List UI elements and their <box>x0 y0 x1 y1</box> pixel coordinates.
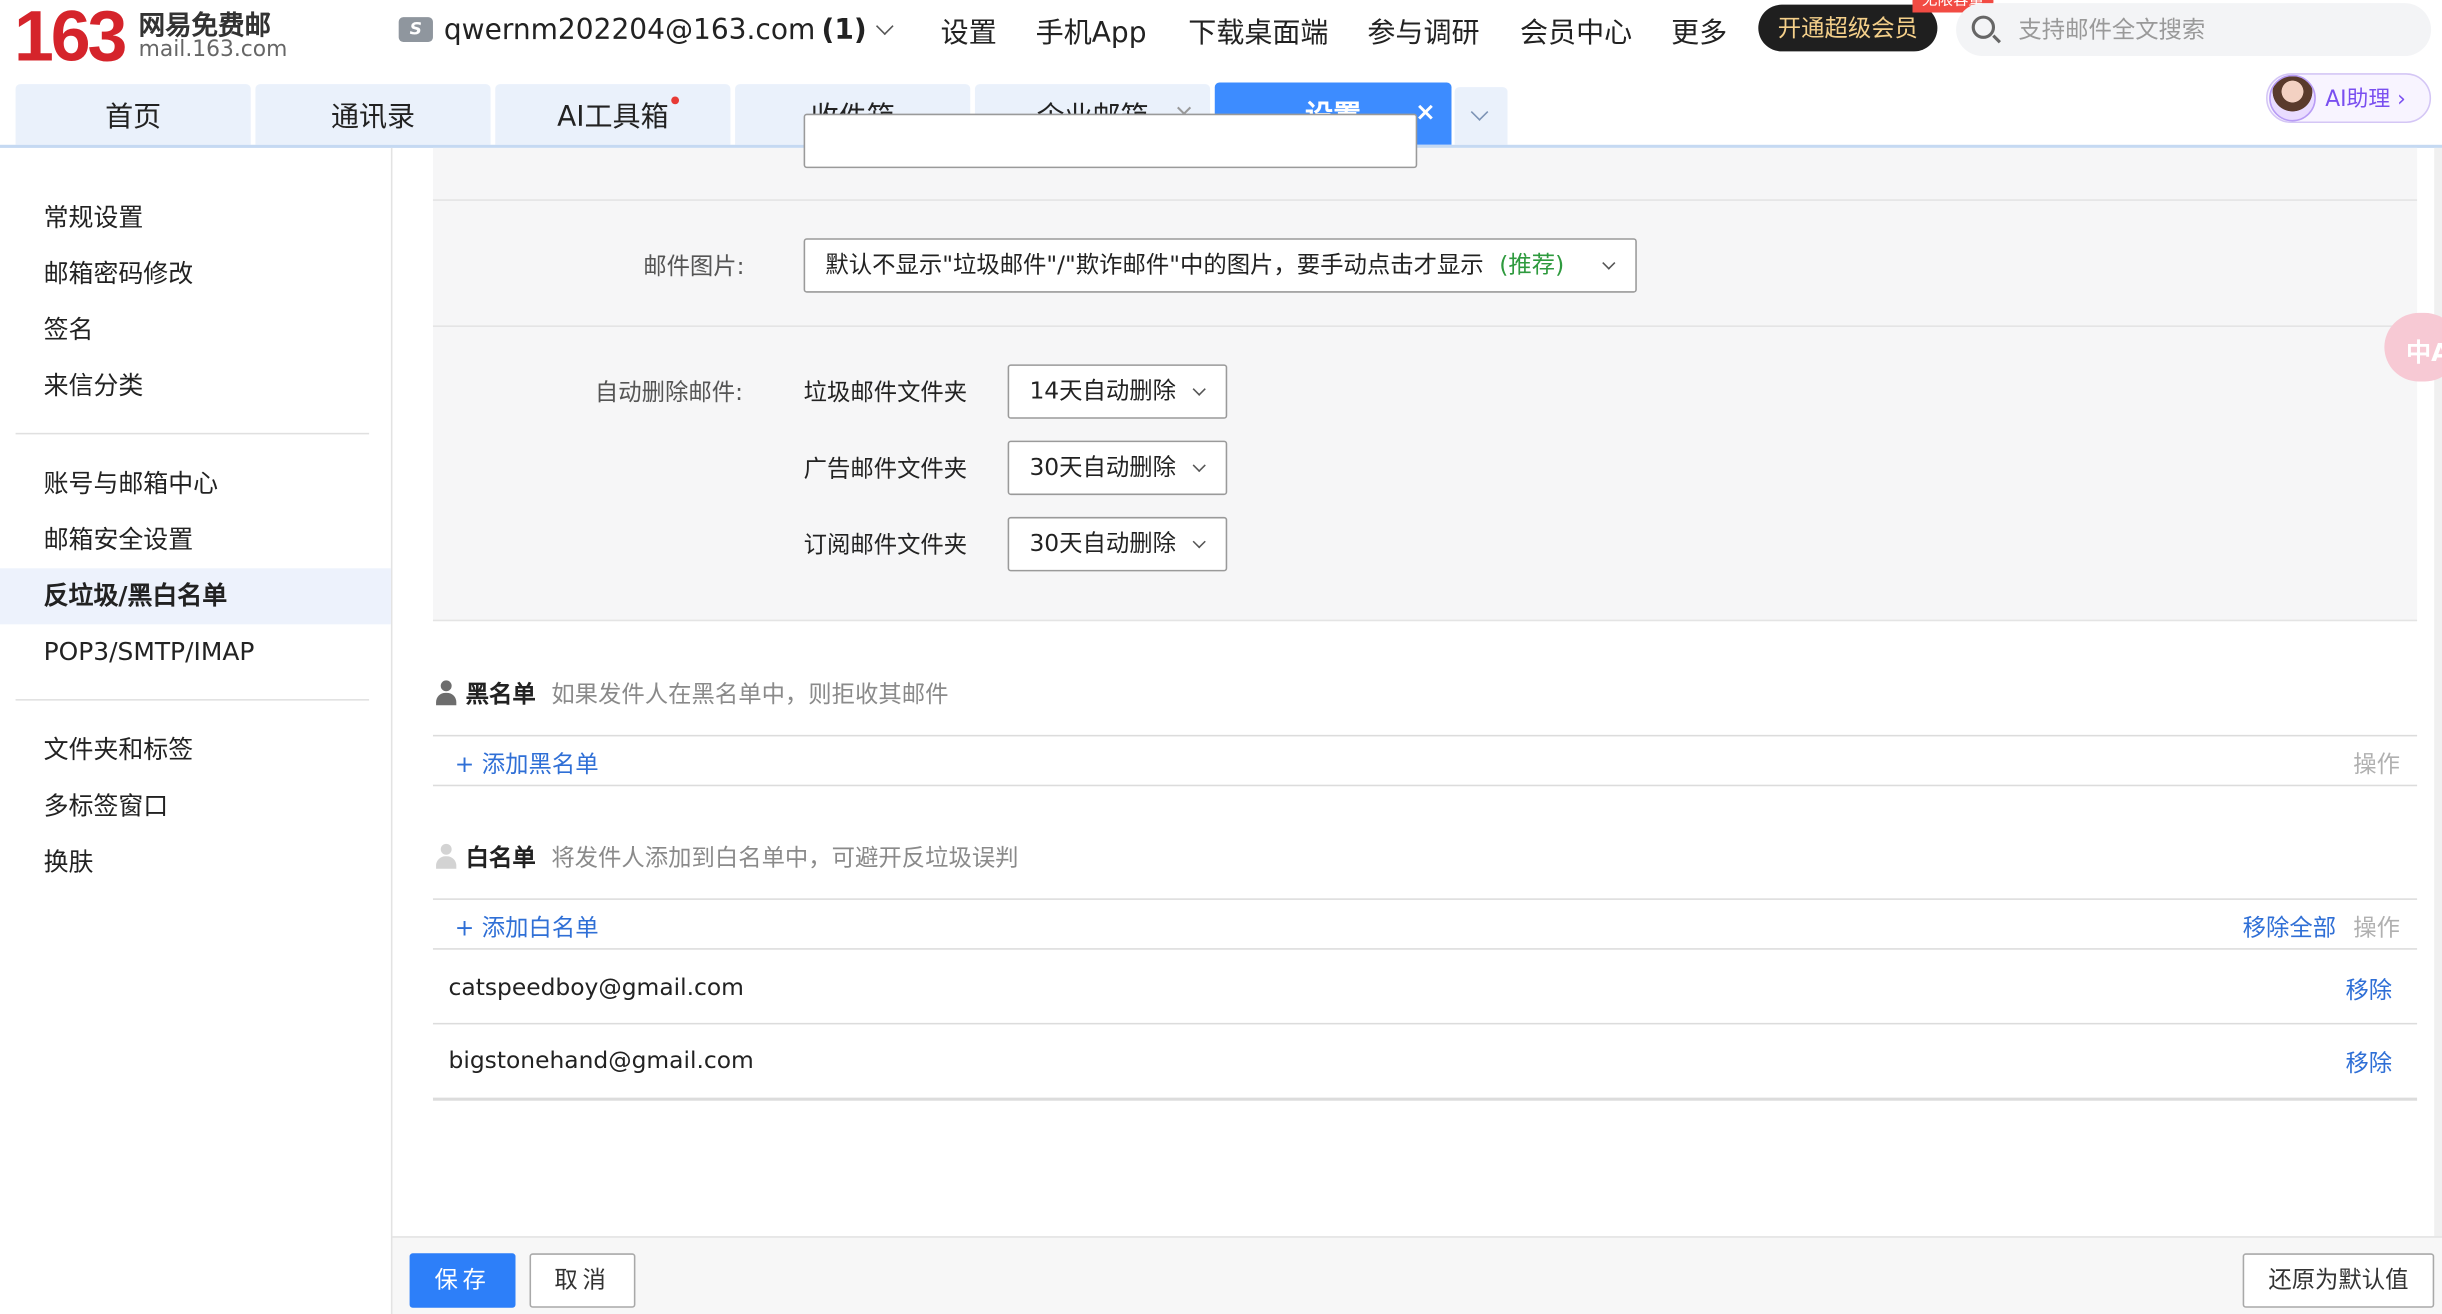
select-value: 30天自动删除 <box>1029 529 1176 558</box>
chevron-down-icon <box>876 17 895 36</box>
search-icon[interactable] <box>1971 15 1996 39</box>
sidebar-divider <box>15 699 370 701</box>
chevron-down-icon <box>1192 382 1206 396</box>
tab-label: 通讯录 <box>330 100 416 134</box>
remove-button[interactable]: 移除 <box>2345 1046 2392 1079</box>
tab-contacts[interactable]: 通讯录 <box>255 84 491 145</box>
sidebar-item-general[interactable]: 常规设置 <box>0 190 391 246</box>
list-divider <box>432 1022 2418 1025</box>
ad-folder-delete-select[interactable]: 30天自动删除 <box>1007 440 1228 496</box>
sidebar-item-security[interactable]: 邮箱安全设置 <box>0 512 391 568</box>
account-badge-icon: S <box>398 17 433 43</box>
ai-assistant-label: AI助理 › <box>2325 87 2406 113</box>
blacklist-description: 如果发件人在黑名单中，则拒收其邮件 <box>551 680 949 709</box>
close-icon[interactable]: × <box>1415 99 1436 125</box>
ai-avatar-icon <box>2269 74 2316 122</box>
tab-overflow-button[interactable] <box>1454 87 1508 145</box>
sidebar-item-folders-labels[interactable]: 文件夹和标签 <box>0 722 391 778</box>
select-value: 30天自动删除 <box>1029 453 1176 482</box>
sidebar-item-skin[interactable]: 换肤 <box>0 834 391 890</box>
topnav-survey[interactable]: 参与调研 <box>1367 11 1479 50</box>
whitelist-operation-header: 操作 <box>2353 913 2400 942</box>
save-button[interactable]: 保存 <box>409 1253 516 1308</box>
vip-upgrade-button[interactable]: 开通超级会员 <box>1758 4 1938 52</box>
logo-domain: mail.163.com <box>138 37 288 63</box>
tab-label: 首页 <box>105 100 162 134</box>
list-divider <box>432 948 2418 950</box>
chevron-down-icon <box>1192 458 1206 473</box>
bottom-action-bar: 保存 取消 还原为默认值 <box>392 1236 2442 1314</box>
mail-image-select[interactable]: 默认不显示"垃圾邮件"/"欺诈邮件"中的图片，要手动点击才显示 (推荐) <box>803 238 1637 293</box>
vertical-scrollbar[interactable] <box>2434 147 2442 1238</box>
topnav-more[interactable]: 更多 <box>1671 11 1727 50</box>
whitelist-description: 将发件人添加到白名单中，可避开反垃圾误判 <box>551 843 1019 872</box>
chevron-down-icon <box>1470 103 1489 121</box>
subscription-folder-delete-select[interactable]: 30天自动删除 <box>1007 516 1228 572</box>
remove-all-button[interactable]: 移除全部 <box>2243 911 2336 944</box>
ad-folder-label: 广告邮件文件夹 <box>803 454 968 483</box>
sidebar-item-account-center[interactable]: 账号与邮箱中心 <box>0 456 391 512</box>
sidebar-item-signature[interactable]: 签名 <box>0 302 391 358</box>
add-whitelist-button[interactable]: + 添加白名单 <box>455 911 599 944</box>
cancel-button[interactable]: 取消 <box>529 1253 636 1308</box>
add-blacklist-button[interactable]: + 添加黑名单 <box>455 747 599 780</box>
user-icon <box>436 843 457 869</box>
settings-sidebar: 常规设置 邮箱密码修改 签名 来信分类 账号与邮箱中心 邮箱安全设置 反垃圾/黑… <box>0 147 393 1314</box>
topnav-mobile-app[interactable]: 手机App <box>1036 11 1147 50</box>
notification-dot-icon <box>671 96 680 105</box>
sidebar-item-pop3-smtp-imap[interactable]: POP3/SMTP/IMAP <box>0 624 391 680</box>
select-value: 14天自动删除 <box>1029 376 1176 405</box>
logo-name: 网易免费邮 <box>138 10 271 43</box>
tab-ai-toolbox[interactable]: AI工具箱 <box>495 84 731 145</box>
spam-folder-delete-select[interactable]: 14天自动删除 <box>1007 364 1228 419</box>
topnav-member-center[interactable]: 会员中心 <box>1520 11 1632 50</box>
search-box[interactable] <box>1956 3 2432 57</box>
list-divider <box>432 734 2418 737</box>
remove-button[interactable]: 移除 <box>2345 973 2392 1006</box>
account-selector[interactable]: S qwernm202204@163.com (1) <box>398 12 895 46</box>
list-divider <box>432 784 2418 787</box>
whitelist-title: 白名单 <box>465 843 536 872</box>
sidebar-item-mail-classify[interactable]: 来信分类 <box>0 358 391 414</box>
spam-folder-label: 垃圾邮件文件夹 <box>803 378 968 407</box>
sidebar-item-antispam[interactable]: 反垃圾/黑白名单 <box>0 568 391 625</box>
blacklist-operation-header: 操作 <box>2353 750 2400 779</box>
row-divider <box>432 325 2418 327</box>
account-email: qwernm202204@163.com <box>443 13 816 46</box>
chevron-down-icon <box>1602 256 1616 270</box>
list-divider <box>432 898 2418 900</box>
subscription-folder-label: 订阅邮件文件夹 <box>803 530 968 559</box>
topnav-settings[interactable]: 设置 <box>941 11 997 50</box>
chevron-down-icon <box>1192 535 1206 549</box>
sidebar-divider <box>15 432 370 435</box>
row-divider <box>432 199 2418 201</box>
previous-setting-select[interactable] <box>803 113 1418 169</box>
sidebar-item-multi-tab[interactable]: 多标签窗口 <box>0 778 391 834</box>
restore-default-button[interactable]: 还原为默认值 <box>2242 1253 2435 1308</box>
logo-number: 163 <box>14 0 127 77</box>
ai-assistant-button[interactable]: AI助理 › <box>2266 73 2432 123</box>
mail-image-value: 默认不显示"垃圾邮件"/"欺诈邮件"中的图片，要手动点击才显示 <box>825 250 1484 279</box>
whitelist-email: catspeedboy@gmail.com <box>448 973 744 1002</box>
tab-home[interactable]: 首页 <box>15 84 251 145</box>
tab-label: AI工具箱 <box>557 100 669 134</box>
unread-count: (1) <box>821 13 867 46</box>
search-input[interactable] <box>2018 12 2408 47</box>
auto-delete-label: 自动删除邮件: <box>594 378 743 407</box>
blacklist-title: 黑名单 <box>465 680 536 709</box>
mail-image-label: 邮件图片: <box>643 252 745 281</box>
whitelist-email: bigstonehand@gmail.com <box>448 1046 754 1075</box>
sidebar-item-password[interactable]: 邮箱密码修改 <box>0 246 391 302</box>
recommend-label: (推荐) <box>1499 250 1565 279</box>
list-divider <box>432 1097 2418 1101</box>
topnav-desktop-download[interactable]: 下载桌面端 <box>1188 11 1328 50</box>
user-icon <box>436 680 457 706</box>
translate-icon: 中A <box>2406 337 2442 368</box>
